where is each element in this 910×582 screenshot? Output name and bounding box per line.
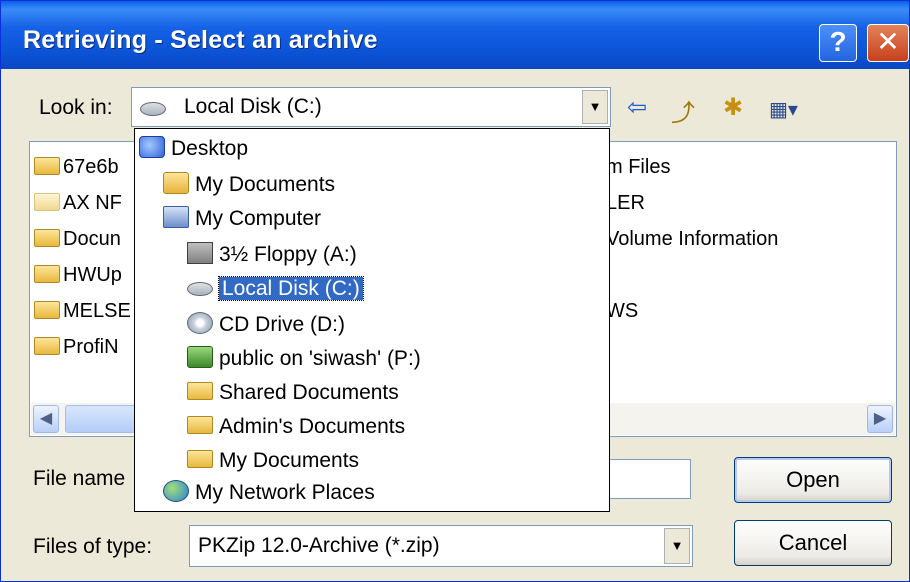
dropdown-item-network-places[interactable]: My Network Places bbox=[163, 479, 375, 507]
new-folder-icon[interactable]: ✱ bbox=[723, 93, 743, 122]
list-item[interactable]: HWUp bbox=[34, 264, 122, 287]
folder-icon bbox=[187, 450, 213, 469]
my-documents-icon bbox=[163, 172, 189, 195]
open-button[interactable]: Open bbox=[734, 457, 892, 503]
help-button[interactable]: ? bbox=[819, 24, 857, 62]
dialog-title: Retrieving - Select an archive bbox=[23, 26, 378, 54]
folder-icon bbox=[187, 382, 213, 401]
close-button[interactable]: ✕ bbox=[867, 24, 909, 62]
dropdown-item-my-documents-folder[interactable]: My Documents bbox=[187, 447, 359, 475]
network-places-icon bbox=[163, 480, 189, 503]
hard-disk-icon bbox=[187, 282, 213, 297]
list-item[interactable]: Docun bbox=[34, 228, 121, 251]
list-item[interactable]: AX NF bbox=[34, 192, 122, 215]
list-item[interactable]: MELSE bbox=[34, 300, 131, 323]
folder-icon bbox=[34, 192, 60, 211]
dropdown-item-shared-documents[interactable]: Shared Documents bbox=[187, 379, 399, 407]
title-bar[interactable]: Retrieving - Select an archive ? ✕ bbox=[1, 1, 909, 69]
folder-icon bbox=[34, 156, 60, 175]
list-item[interactable]: WS bbox=[606, 300, 638, 323]
dropdown-item-cd-drive[interactable]: CD Drive (D:) bbox=[187, 311, 345, 339]
look-in-dropdown-list[interactable]: Desktop My Documents My Computer 3½ Flop… bbox=[134, 128, 610, 512]
dropdown-item-local-disk[interactable]: Local Disk (C:) bbox=[187, 275, 364, 303]
dropdown-item-floppy[interactable]: 3½ Floppy (A:) bbox=[187, 241, 357, 269]
look-in-label: Look in: bbox=[39, 96, 113, 119]
dropdown-item-desktop[interactable]: Desktop bbox=[139, 135, 248, 163]
file-name-field[interactable] bbox=[601, 459, 691, 499]
list-item[interactable]: 67e6b bbox=[34, 156, 119, 179]
scroll-left-icon[interactable]: ◀ bbox=[33, 405, 59, 433]
chevron-down-icon[interactable]: ▼ bbox=[582, 90, 608, 124]
desktop-icon bbox=[139, 136, 165, 159]
floppy-drive-icon bbox=[187, 242, 213, 265]
folder-icon bbox=[34, 336, 60, 355]
dropdown-item-my-computer[interactable]: My Computer bbox=[163, 205, 321, 233]
folder-icon bbox=[34, 300, 60, 319]
cancel-button[interactable]: Cancel bbox=[734, 520, 892, 566]
dropdown-item-network-drive[interactable]: public on 'siwash' (P:) bbox=[187, 345, 421, 373]
dropdown-item-my-documents[interactable]: My Documents bbox=[163, 171, 335, 199]
look-in-combobox[interactable]: Local Disk (C:) ▼ bbox=[131, 87, 611, 127]
chevron-down-icon[interactable]: ▼ bbox=[664, 528, 690, 564]
folder-icon bbox=[187, 416, 213, 435]
file-type-label: Files of type: bbox=[33, 535, 153, 558]
list-item[interactable]: ProfiN bbox=[34, 336, 119, 359]
file-type-combobox[interactable]: PKZip 12.0-Archive (*.zip) ▼ bbox=[189, 525, 693, 567]
my-computer-icon bbox=[163, 206, 189, 229]
network-drive-icon bbox=[187, 346, 213, 369]
folder-icon bbox=[34, 228, 60, 247]
hard-disk-icon bbox=[140, 102, 166, 116]
cd-drive-icon bbox=[187, 312, 213, 335]
dropdown-item-admins-documents[interactable]: Admin's Documents bbox=[187, 413, 405, 441]
scroll-right-icon[interactable]: ▶ bbox=[867, 405, 893, 433]
file-name-label: File name bbox=[33, 467, 126, 490]
list-item[interactable]: LER bbox=[606, 192, 645, 215]
up-folder-icon[interactable]: ⤴ bbox=[671, 93, 695, 128]
file-dialog: Retrieving - Select an archive ? ✕ Look … bbox=[0, 0, 910, 582]
look-in-value: Local Disk (C:) bbox=[184, 95, 322, 118]
folder-icon bbox=[34, 264, 60, 283]
back-icon[interactable]: ⇦ bbox=[627, 93, 647, 122]
view-menu-icon[interactable]: ▦▾ bbox=[769, 97, 798, 122]
list-item[interactable]: m Files bbox=[606, 156, 670, 179]
list-item[interactable]: Volume Information bbox=[606, 228, 778, 251]
file-type-value: PKZip 12.0-Archive (*.zip) bbox=[198, 534, 440, 557]
